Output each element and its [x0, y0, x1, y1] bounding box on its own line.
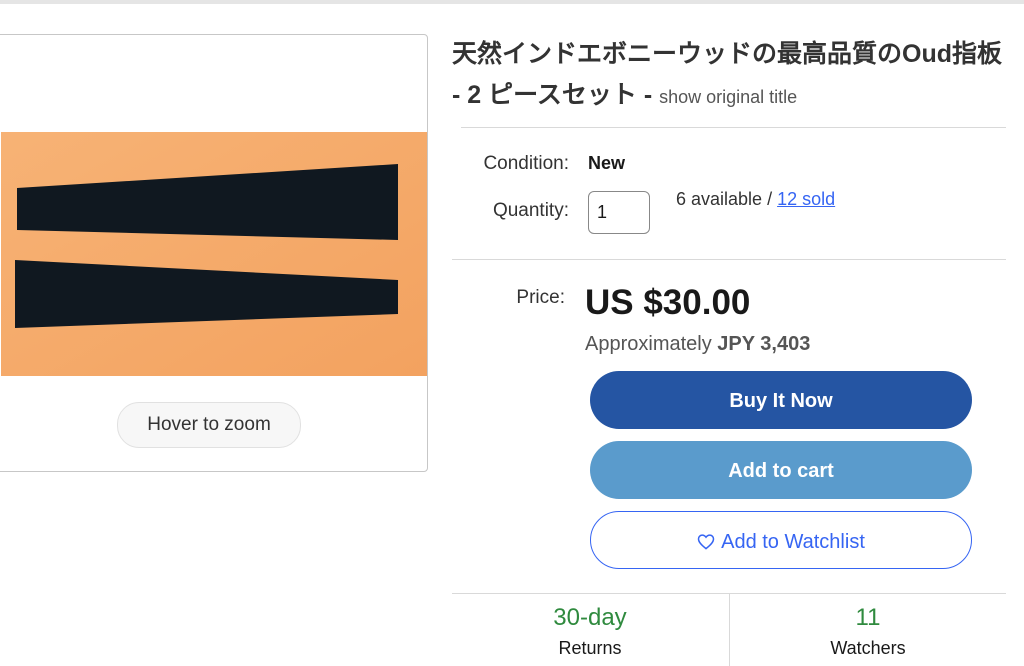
title-separator: - [643, 81, 653, 109]
quantity-label: Quantity: [492, 200, 569, 221]
condition-value: New [588, 153, 626, 173]
sold-count-link[interactable]: 12 sold [777, 189, 835, 209]
returns-stat: 30-day Returns [455, 603, 725, 663]
title-divider [461, 127, 1006, 128]
show-original-title-link[interactable]: show original title [659, 87, 797, 107]
watchers-label: Watchers [830, 638, 906, 658]
availability-info: 6 available / 12 sold [676, 189, 835, 210]
top-divider [0, 0, 1024, 4]
watchlist-label: Add to Watchlist [721, 531, 865, 553]
add-to-watchlist-button[interactable]: Add to Watchlist [590, 511, 972, 569]
price-label: Price: [516, 287, 565, 308]
watchers-value: 11 [855, 604, 881, 631]
buy-it-now-button[interactable]: Buy It Now [590, 371, 972, 429]
listing-title: 天然インドエボニーウッドの最高品質のOud指板 - 2 ピースセット - sho… [452, 34, 1012, 118]
add-to-cart-button[interactable]: Add to cart [590, 441, 972, 499]
image-gallery[interactable]: Hover to zoom [0, 34, 428, 472]
condition-label: Condition: [483, 153, 569, 174]
returns-value: 30-day [553, 604, 627, 631]
converted-price: Approximately JPY 3,403 [585, 333, 810, 356]
heart-icon [697, 534, 715, 550]
available-count: 6 available / [676, 189, 773, 209]
watchers-stat: 11 Watchers [733, 603, 1003, 663]
returns-label: Returns [558, 638, 622, 658]
price-amount: US $30.00 [585, 283, 751, 322]
approx-prefix: Approximately [585, 333, 712, 355]
product-image[interactable] [1, 132, 427, 376]
approx-value: JPY 3,403 [717, 333, 811, 355]
stats-vertical-divider [729, 594, 730, 666]
quantity-input[interactable] [588, 191, 650, 234]
quantity-divider [452, 259, 1006, 260]
hover-to-zoom-button[interactable]: Hover to zoom [117, 402, 301, 448]
